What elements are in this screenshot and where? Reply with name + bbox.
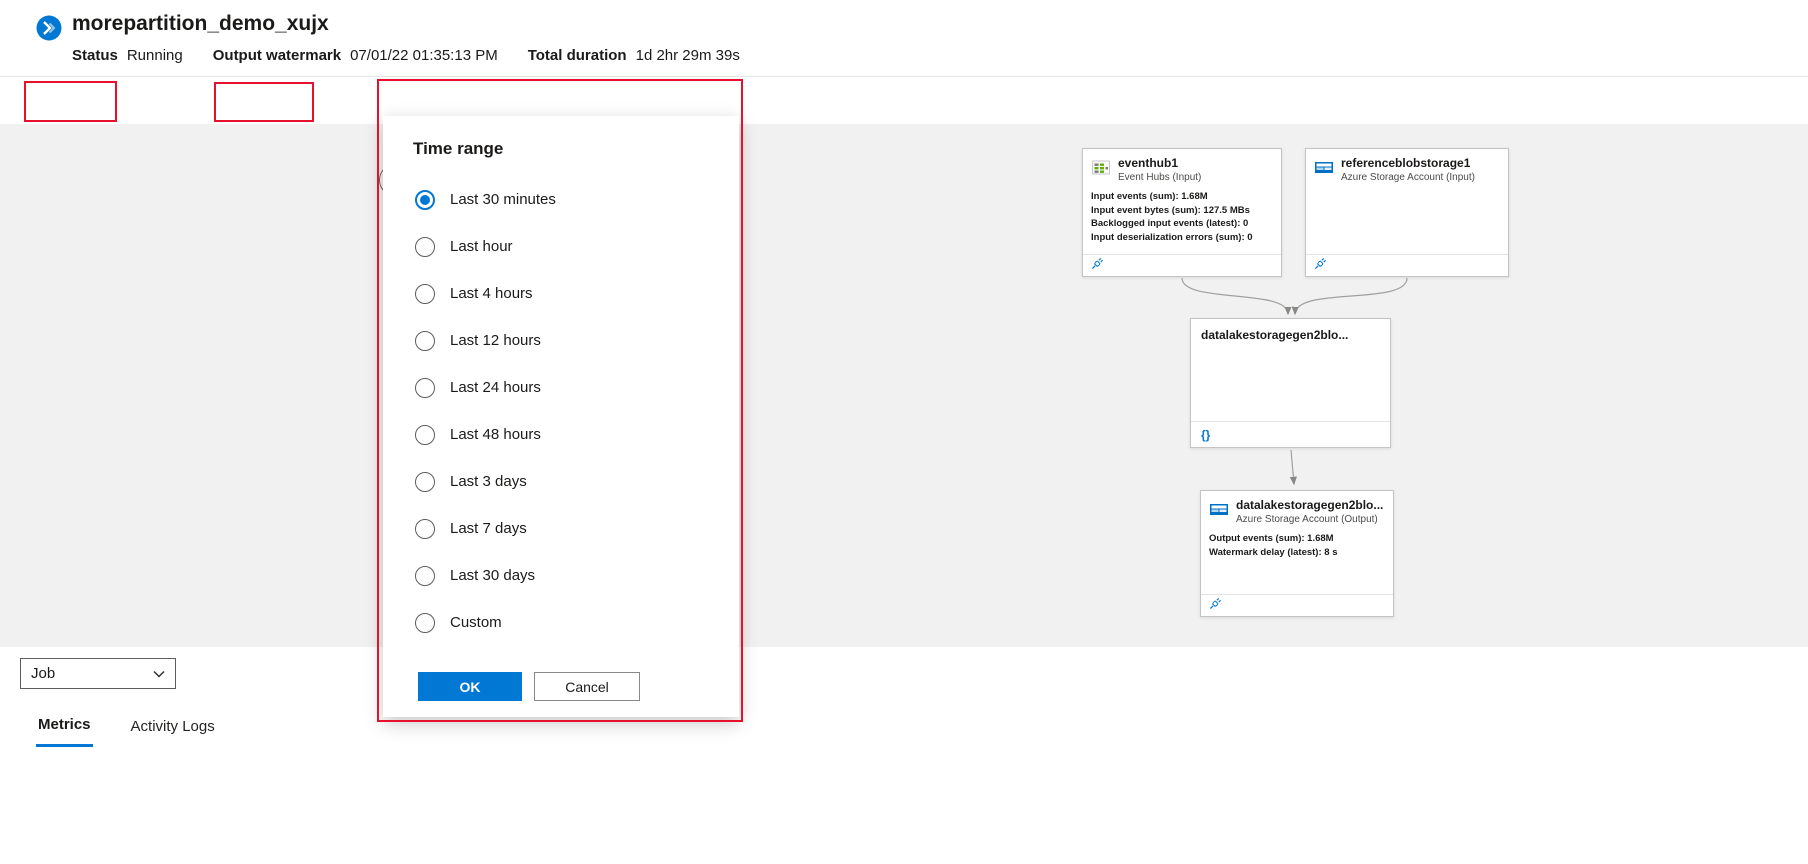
radio-icon xyxy=(415,613,435,633)
node-referenceblobstorage1[interactable]: referenceblobstorage1 Azure Storage Acco… xyxy=(1305,148,1509,277)
node-query-step[interactable]: datalakestoragegen2blo... {} xyxy=(1190,318,1391,448)
node-footer xyxy=(1201,594,1393,616)
radio-icon xyxy=(415,566,435,586)
option-label: Last 48 hours xyxy=(450,426,541,443)
node-header-text: datalakestoragegen2blo... Azure Storage … xyxy=(1236,499,1383,526)
connection-icon xyxy=(1314,257,1327,275)
option-label: Custom xyxy=(450,614,502,631)
radio-icon xyxy=(415,472,435,492)
time-range-panel: Time range Last 30 minutes Last hour Las… xyxy=(383,116,739,717)
cancel-button[interactable]: Cancel xyxy=(534,672,640,701)
tab-activity-logs[interactable]: Activity Logs xyxy=(129,714,217,747)
node-title: referenceblobstorage1 xyxy=(1341,157,1475,170)
tab-metrics[interactable]: Metrics xyxy=(36,714,93,747)
stream-analytics-icon xyxy=(36,15,62,41)
connection-icon xyxy=(1209,597,1222,615)
node-metrics: Output events (sum): 1.68M Watermark del… xyxy=(1201,529,1393,559)
time-range-option[interactable]: Last hour xyxy=(383,223,739,270)
status-label: Status xyxy=(72,47,118,64)
option-label: Last 3 days xyxy=(450,473,527,490)
node-title: eventhub1 xyxy=(1118,157,1201,170)
metric-line: Input event bytes (sum): 127.5 MBs xyxy=(1091,204,1281,218)
node-title: datalakestoragegen2blo... xyxy=(1191,319,1390,342)
output-watermark-value: 07/01/22 01:35:13 PM xyxy=(350,47,498,64)
query-braces-icon: {} xyxy=(1199,428,1210,442)
time-range-option[interactable]: Last 7 days xyxy=(383,505,739,552)
time-range-panel-title: Time range xyxy=(413,139,503,159)
panel-buttons: OK Cancel xyxy=(418,672,640,701)
total-duration-label: Total duration xyxy=(528,47,627,64)
time-range-option[interactable]: Last 30 minutes xyxy=(383,176,739,223)
node-header: referenceblobstorage1 Azure Storage Acco… xyxy=(1306,149,1508,187)
metric-line: Input events (sum): 1.68M xyxy=(1091,190,1281,204)
connection-icon xyxy=(1091,257,1104,275)
metric-line: Input deserialization errors (sum): 0 xyxy=(1091,231,1281,245)
radio-icon xyxy=(415,378,435,398)
job-diagram-canvas[interactable] xyxy=(0,124,1808,647)
time-range-option[interactable]: Last 24 hours xyxy=(383,364,739,411)
storage-account-icon xyxy=(1209,499,1229,525)
time-range-options-list: Last 30 minutes Last hour Last 4 hours L… xyxy=(383,176,739,646)
command-bar: Stop Delete Refresh View Time range : La xyxy=(0,77,1808,124)
job-select-value: Job xyxy=(31,665,55,682)
time-range-option[interactable]: Last 48 hours xyxy=(383,411,739,458)
node-output-storage[interactable]: datalakestoragegen2blo... Azure Storage … xyxy=(1200,490,1394,617)
ok-button[interactable]: OK xyxy=(418,672,522,701)
time-range-option[interactable]: Last 12 hours xyxy=(383,317,739,364)
option-label: Last 12 hours xyxy=(450,332,541,349)
option-label: Last 24 hours xyxy=(450,379,541,396)
time-range-option[interactable]: Last 3 days xyxy=(383,458,739,505)
page-title: morepartition_demo_xujx xyxy=(72,12,329,36)
node-subtitle: Azure Storage Account (Input) xyxy=(1341,172,1475,184)
time-range-option[interactable]: Last 30 days xyxy=(383,552,739,599)
option-label: Last hour xyxy=(450,238,513,255)
job-status-row: Status Running Output watermark 07/01/22… xyxy=(72,47,770,64)
node-eventhub1[interactable]: eventhub1 Event Hubs (Input) Input event… xyxy=(1082,148,1282,277)
node-header-text: referenceblobstorage1 Azure Storage Acco… xyxy=(1341,157,1475,184)
option-label: Last 4 hours xyxy=(450,285,533,302)
radio-selected-icon xyxy=(415,190,435,210)
metric-line: Backlogged input events (latest): 0 xyxy=(1091,217,1281,231)
option-label: Last 30 minutes xyxy=(450,191,556,208)
node-title: datalakestoragegen2blo... xyxy=(1236,499,1383,512)
radio-icon xyxy=(415,331,435,351)
output-watermark-label: Output watermark xyxy=(213,47,341,64)
metric-line: Output events (sum): 1.68M xyxy=(1209,532,1393,546)
option-label: Last 30 days xyxy=(450,567,535,584)
radio-icon xyxy=(415,284,435,304)
total-duration-value: 1d 2hr 29m 39s xyxy=(636,47,740,64)
radio-icon xyxy=(415,519,435,539)
option-label: Last 7 days xyxy=(450,520,527,537)
metric-line: Watermark delay (latest): 8 s xyxy=(1209,546,1393,560)
node-header-text: eventhub1 Event Hubs (Input) xyxy=(1118,157,1201,184)
node-header: eventhub1 Event Hubs (Input) xyxy=(1083,149,1281,187)
node-metrics: Input events (sum): 1.68M Input event by… xyxy=(1083,187,1281,244)
node-footer xyxy=(1083,254,1281,276)
node-footer xyxy=(1306,254,1508,276)
storage-account-icon xyxy=(1314,157,1334,183)
time-range-option[interactable]: Custom xyxy=(383,599,739,646)
node-subtitle: Azure Storage Account (Output) xyxy=(1236,514,1383,526)
radio-icon xyxy=(415,237,435,257)
node-header: datalakestoragegen2blo... Azure Storage … xyxy=(1201,491,1393,529)
stream-analytics-job-page: morepartition_demo_xujx Status Running O… xyxy=(0,0,1808,864)
job-select[interactable]: Job xyxy=(20,658,176,689)
radio-icon xyxy=(415,425,435,445)
event-hubs-icon xyxy=(1091,157,1111,183)
status-value: Running xyxy=(127,47,183,64)
node-footer: {} xyxy=(1191,421,1390,447)
time-range-option[interactable]: Last 4 hours xyxy=(383,270,739,317)
bottom-tabs: Metrics Activity Logs xyxy=(36,714,217,747)
node-subtitle: Event Hubs (Input) xyxy=(1118,172,1201,184)
chevron-down-icon xyxy=(153,665,165,682)
